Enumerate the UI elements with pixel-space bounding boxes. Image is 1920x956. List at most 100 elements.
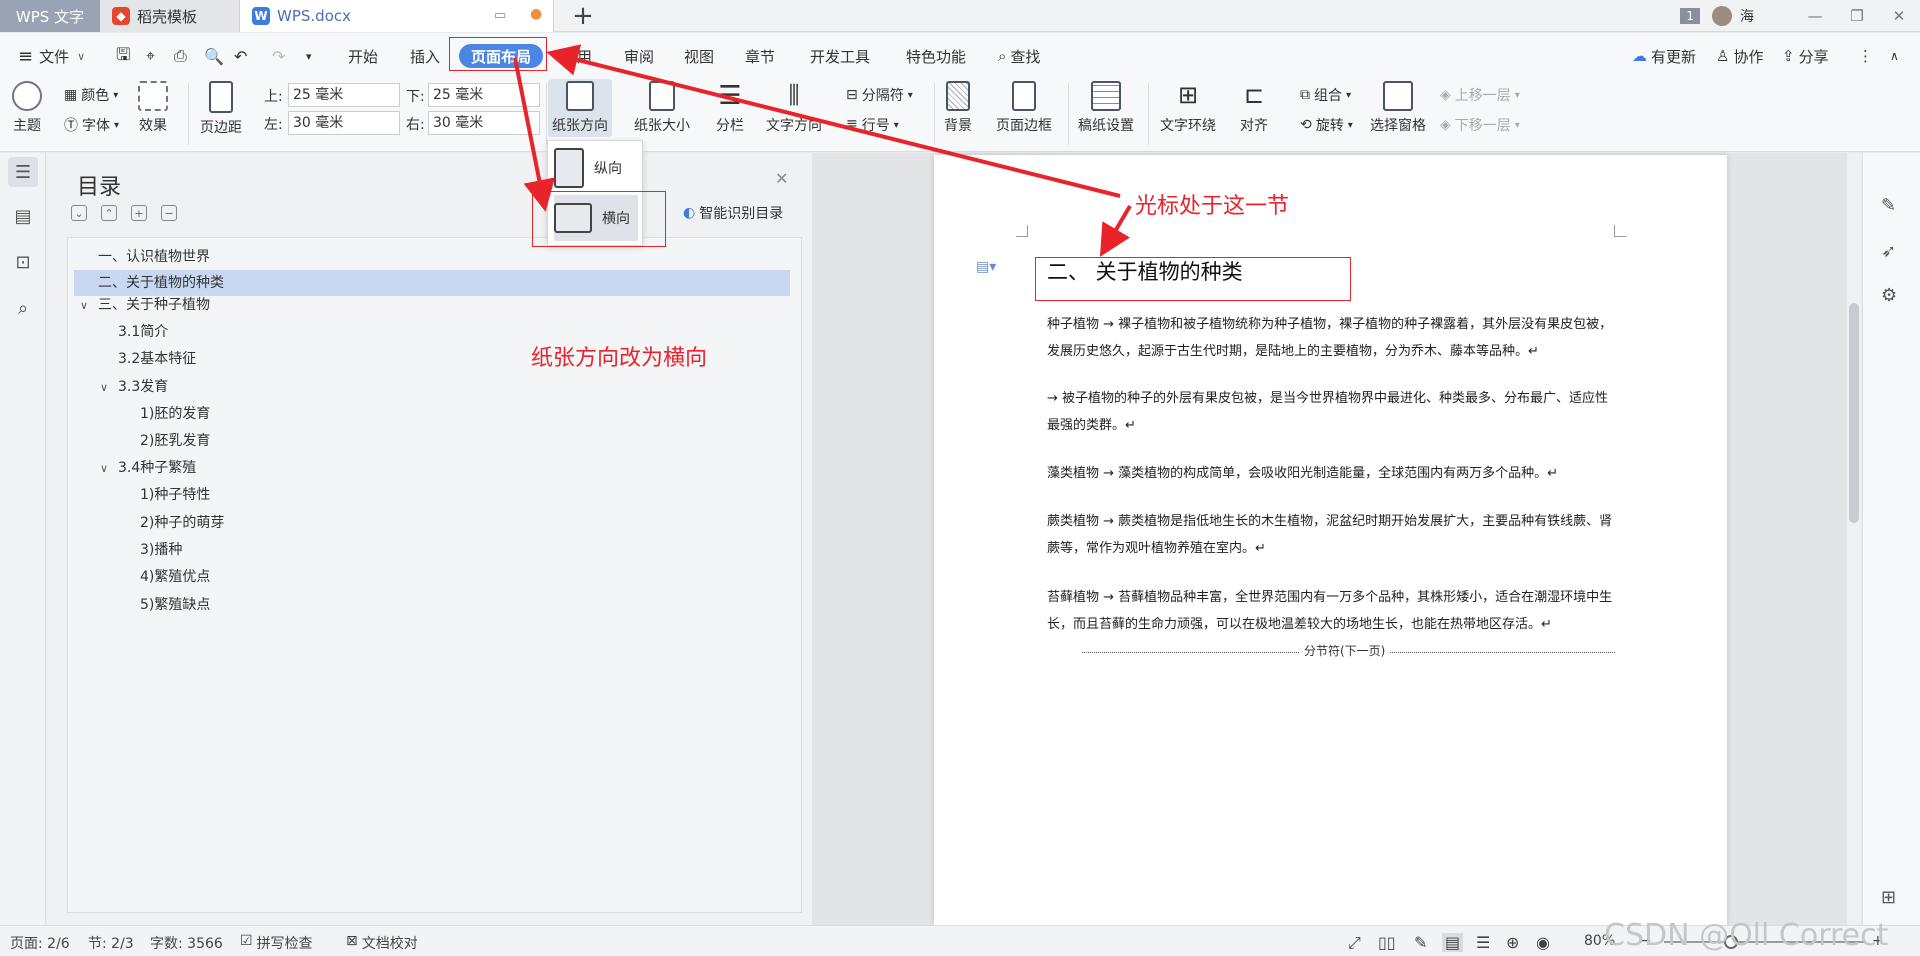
- toc-list-icon[interactable]: ☰: [8, 157, 38, 187]
- search-button[interactable]: ⌕ 查找: [998, 44, 1040, 68]
- collapse-icon[interactable]: ∨: [100, 381, 108, 394]
- toc-item[interactable]: 2)种子的萌芽: [140, 510, 224, 536]
- web-view-icon[interactable]: ⊕: [1506, 933, 1519, 952]
- remove-heading-icon[interactable]: −: [161, 205, 177, 221]
- user-name[interactable]: 海: [1740, 6, 1754, 26]
- undo-icon[interactable]: ↶: [234, 44, 247, 68]
- sliders-icon[interactable]: ⚙: [1881, 285, 1897, 306]
- columns-button[interactable]: ☰ 分栏: [716, 81, 744, 135]
- collapse-ribbon-icon[interactable]: ∧: [1890, 44, 1899, 68]
- eye-protection-icon[interactable]: ◉: [1536, 933, 1550, 952]
- left-margin-input[interactable]: 30 毫米: [288, 111, 400, 135]
- fullscreen-icon[interactable]: ⤢: [1348, 933, 1361, 953]
- avatar[interactable]: [1712, 6, 1732, 26]
- toc-item[interactable]: 1)种子特性: [140, 482, 210, 508]
- paper-size-button[interactable]: 纸张大小: [634, 81, 690, 135]
- paragraph-style-icon[interactable]: ▤▾: [976, 259, 996, 275]
- page-border-button[interactable]: 页面边框: [996, 81, 1052, 135]
- minimize-icon[interactable]: —: [1794, 0, 1836, 32]
- tab-template[interactable]: ◆ 稻壳模板: [100, 0, 240, 32]
- send-backward-button[interactable]: ◈ 下移一层 ▾: [1440, 115, 1520, 135]
- line-numbers-button[interactable]: ≣ 行号 ▾: [846, 115, 899, 135]
- toc-item[interactable]: 5)繁殖缺点: [140, 592, 210, 618]
- word-count[interactable]: 字数: 3566: [150, 933, 223, 953]
- bring-forward-button[interactable]: ◈ 上移一层 ▾: [1440, 85, 1520, 105]
- outline-view-icon[interactable]: ☰: [1476, 933, 1490, 952]
- monitor-icon[interactable]: ▭: [494, 8, 506, 23]
- bookmark-icon[interactable]: ⊡: [8, 247, 38, 277]
- tab-document[interactable]: W WPS.docx ▭ ●: [240, 0, 554, 32]
- redo-icon[interactable]: ↷: [272, 44, 285, 68]
- page-indicator[interactable]: 页面: 2/6: [10, 933, 70, 953]
- more-options-icon[interactable]: ⋮: [1858, 44, 1873, 68]
- section-indicator[interactable]: 节: 2/3: [88, 933, 134, 953]
- toc-item[interactable]: 3)播种: [140, 537, 182, 563]
- restore-icon[interactable]: ❐: [1836, 0, 1878, 32]
- breaks-button[interactable]: ⊟ 分隔符 ▾: [846, 85, 913, 105]
- tab-special[interactable]: 特色功能: [906, 44, 966, 68]
- read-mode-icon[interactable]: ▯▯: [1378, 933, 1396, 952]
- tab-references[interactable]: 引用: [562, 44, 592, 68]
- theme-button[interactable]: 主题: [12, 81, 42, 135]
- align-button[interactable]: ⊏ 对齐: [1240, 81, 1268, 135]
- apps-icon[interactable]: ⊞: [1881, 887, 1896, 908]
- tab-developer[interactable]: 开发工具: [810, 44, 870, 68]
- portrait-option[interactable]: 纵向: [554, 145, 638, 191]
- expand-all-icon[interactable]: ⌄: [71, 205, 87, 221]
- collapse-all-icon[interactable]: ⌃: [101, 205, 117, 221]
- top-margin-input[interactable]: 25 毫米: [288, 83, 400, 107]
- right-margin-input[interactable]: 30 毫米: [428, 111, 540, 135]
- pen-icon[interactable]: ✎: [1881, 195, 1896, 216]
- effect-button[interactable]: 效果: [138, 81, 168, 135]
- tab-chapter[interactable]: 章节: [745, 44, 775, 68]
- spell-check-button[interactable]: ☑ 拼写检查: [240, 933, 313, 953]
- bottom-margin-input[interactable]: 25 毫米: [428, 83, 540, 107]
- margins-button[interactable]: 页边距: [200, 81, 242, 137]
- print-preview-icon[interactable]: 🔍: [204, 44, 224, 68]
- color-button[interactable]: ▦ 颜色 ▾: [64, 85, 118, 105]
- toc-item[interactable]: 一、认识植物世界: [98, 244, 210, 270]
- print-icon[interactable]: ⎙: [174, 44, 187, 68]
- format-painter-icon[interactable]: ⌖: [146, 44, 155, 68]
- collapse-icon[interactable]: ∨: [100, 462, 108, 475]
- vertical-scrollbar[interactable]: [1847, 153, 1861, 925]
- new-tab-button[interactable]: +: [560, 0, 606, 32]
- add-heading-icon[interactable]: +: [131, 205, 147, 221]
- find-icon[interactable]: ⌕: [8, 293, 38, 323]
- toc-item[interactable]: 3.3发育: [118, 374, 168, 400]
- window-count-badge[interactable]: 1: [1680, 8, 1700, 24]
- rotate-button[interactable]: ⟲ 旋转 ▾: [1300, 115, 1353, 135]
- scrollbar-thumb[interactable]: [1849, 303, 1859, 523]
- close-icon[interactable]: ✕: [1878, 0, 1920, 32]
- tab-insert[interactable]: 插入: [410, 44, 440, 68]
- chapter-icon[interactable]: ▤: [8, 201, 38, 231]
- selection-pane-button[interactable]: 选择窗格: [1370, 81, 1426, 135]
- quick-access-chevron-icon[interactable]: ▾: [306, 44, 312, 68]
- close-toc-icon[interactable]: ✕: [775, 169, 788, 188]
- toc-item[interactable]: 1)胚的发育: [140, 401, 210, 427]
- tab-view[interactable]: 视图: [684, 44, 714, 68]
- orientation-button[interactable]: 纸张方向: [548, 79, 612, 137]
- grid-paper-button[interactable]: 稿纸设置: [1078, 81, 1134, 135]
- toc-item[interactable]: 3.2基本特征: [118, 346, 196, 372]
- toc-item[interactable]: 3.4种子繁殖: [118, 455, 196, 481]
- pointer-icon[interactable]: ➶: [1881, 241, 1896, 262]
- smart-toc-button[interactable]: ◐ 智能识别目录: [683, 203, 783, 223]
- tab-review[interactable]: 审阅: [624, 44, 654, 68]
- toc-item[interactable]: 4)繁殖优点: [140, 564, 210, 590]
- proofread-button[interactable]: ⊠ 文档校对: [346, 933, 418, 953]
- update-button[interactable]: ☁ 有更新: [1632, 44, 1696, 68]
- tab-home[interactable]: 开始: [348, 44, 378, 68]
- tab-wps-writer[interactable]: WPS 文字: [0, 0, 100, 32]
- collapse-icon[interactable]: ∨: [80, 299, 88, 312]
- edit-icon[interactable]: ✎: [1414, 933, 1427, 952]
- text-direction-button[interactable]: ⫼ 文字方向: [766, 81, 822, 135]
- toc-item[interactable]: 2)胚乳发育: [140, 428, 210, 454]
- page-view-icon[interactable]: ▤: [1442, 933, 1464, 952]
- collab-button[interactable]: ♙ 协作: [1716, 44, 1763, 68]
- wrap-text-button[interactable]: ⊞ 文字环绕: [1160, 81, 1216, 135]
- group-button[interactable]: ⧉ 组合 ▾: [1300, 85, 1351, 105]
- save-icon[interactable]: 🖫: [116, 44, 130, 68]
- background-button[interactable]: 背景: [944, 81, 972, 135]
- toc-item[interactable]: 3.1简介: [118, 319, 168, 345]
